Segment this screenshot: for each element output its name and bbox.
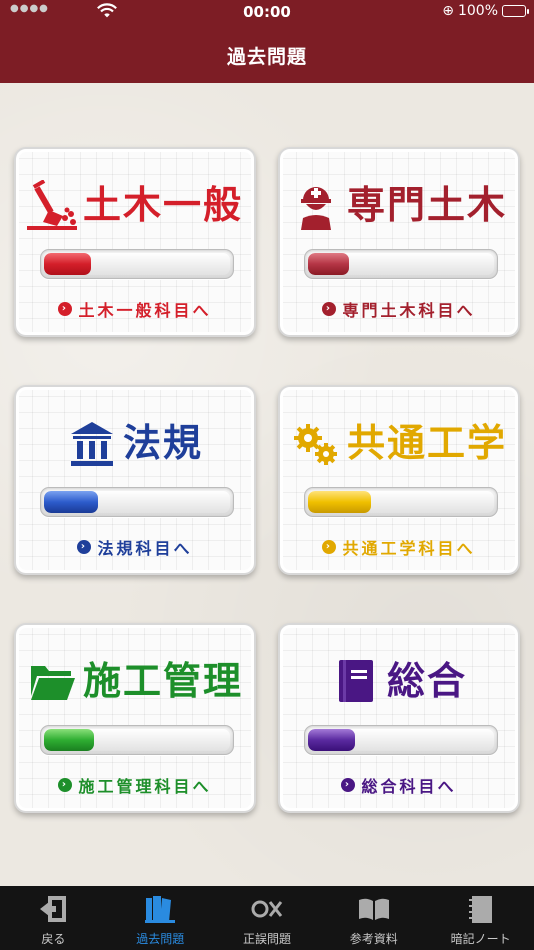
gears-icon	[291, 418, 341, 468]
rotation-lock-icon: ⊕	[442, 3, 454, 19]
arrow-circle-icon: ›	[58, 778, 73, 792]
progress-bar	[304, 725, 498, 755]
tab-label: 戻る	[41, 932, 66, 946]
progress-fill	[44, 253, 91, 275]
card-title: 法規	[122, 420, 203, 465]
progress-bar	[40, 725, 234, 755]
arrow-circle-icon: ›	[341, 778, 356, 792]
card-link[interactable]: › 総合科目へ	[280, 773, 518, 797]
progress-fill	[308, 491, 372, 513]
arrow-circle-icon: ›	[322, 302, 337, 316]
progress-fill	[44, 491, 98, 513]
progress-bar	[304, 487, 498, 517]
arrow-circle-icon: ›	[322, 540, 337, 554]
tab-label: 暗記ノート	[450, 932, 511, 946]
status-bar: ●●●● 00:00 ⊕ 100%	[0, 0, 534, 26]
arrow-circle-icon: ›	[58, 302, 73, 316]
progress-fill	[308, 253, 349, 275]
card-link[interactable]: › 土木一般科目へ	[16, 297, 254, 321]
battery-percent: 100%	[457, 3, 498, 19]
category-card-doboku-ippan[interactable]: 土木一般 › 土木一般科目へ	[14, 147, 256, 337]
hardhat-worker-icon	[291, 180, 341, 230]
tab-back[interactable]: 戻る	[0, 886, 107, 950]
books-icon	[143, 892, 177, 926]
card-link[interactable]: › 施工管理科目へ	[16, 773, 254, 797]
progress-fill	[44, 729, 95, 751]
card-link-label: 施工管理科目へ	[78, 777, 212, 796]
folder-icon	[27, 656, 77, 706]
back-icon	[36, 892, 70, 926]
tab-label: 参考資料	[349, 932, 398, 946]
battery-icon	[502, 5, 529, 17]
battery-status: ⊕ 100%	[442, 3, 529, 19]
page-title: 過去問題	[226, 46, 307, 68]
tab-label: 正誤問題	[242, 932, 291, 946]
top-bar: ●●●● 00:00 ⊕ 100% 過去問題	[0, 0, 534, 83]
main-content: 土木一般 › 土木一般科目へ 専門土木 › 専門土木科目へ 法規 › 法規科目へ…	[0, 83, 534, 886]
notebook-icon	[464, 892, 498, 926]
card-link-label: 法規科目へ	[97, 539, 193, 558]
progress-fill	[308, 729, 355, 751]
category-card-senmon-doboku[interactable]: 専門土木 › 専門土木科目へ	[278, 147, 520, 337]
arrow-circle-icon: ›	[77, 540, 92, 554]
category-card-sekou-kanri[interactable]: 施工管理 › 施工管理科目へ	[14, 623, 256, 813]
card-link-label: 専門土木科目へ	[342, 301, 476, 320]
card-link[interactable]: › 法規科目へ	[16, 535, 254, 559]
card-link[interactable]: › 専門土木科目へ	[280, 297, 518, 321]
card-link[interactable]: › 共通工学科目へ	[280, 535, 518, 559]
card-title: 専門土木	[346, 182, 507, 227]
open-book-icon	[357, 892, 391, 926]
tab-true-false[interactable]: 正誤問題	[214, 886, 321, 950]
category-card-houki[interactable]: 法規 › 法規科目へ	[14, 385, 256, 575]
card-title: 施工管理	[82, 658, 243, 703]
tab-past-questions[interactable]: 過去問題	[107, 886, 214, 950]
government-building-icon	[67, 418, 117, 468]
progress-bar	[40, 487, 234, 517]
card-link-label: 土木一般科目へ	[78, 301, 212, 320]
tab-label: 過去問題	[136, 932, 185, 946]
tab-reference[interactable]: 参考資料	[320, 886, 427, 950]
card-title: 総合	[386, 658, 467, 703]
excavation-shovel-icon	[26, 179, 77, 230]
ox-icon	[250, 892, 284, 926]
tab-bar: 戻る 過去問題 正誤問題 参考資料 暗記ノート	[0, 886, 534, 950]
tab-memo-notes[interactable]: 暗記ノート	[427, 886, 534, 950]
progress-bar	[304, 249, 498, 279]
book-icon	[331, 656, 381, 706]
card-link-label: 共通工学科目へ	[342, 539, 476, 558]
card-title: 土木一般	[82, 182, 243, 227]
category-card-kyoutsu-kougaku[interactable]: 共通工学 › 共通工学科目へ	[278, 385, 520, 575]
progress-bar	[40, 249, 234, 279]
card-title: 共通工学	[346, 420, 507, 465]
card-link-label: 総合科目へ	[361, 777, 457, 796]
category-card-sougou[interactable]: 総合 › 総合科目へ	[278, 623, 520, 813]
